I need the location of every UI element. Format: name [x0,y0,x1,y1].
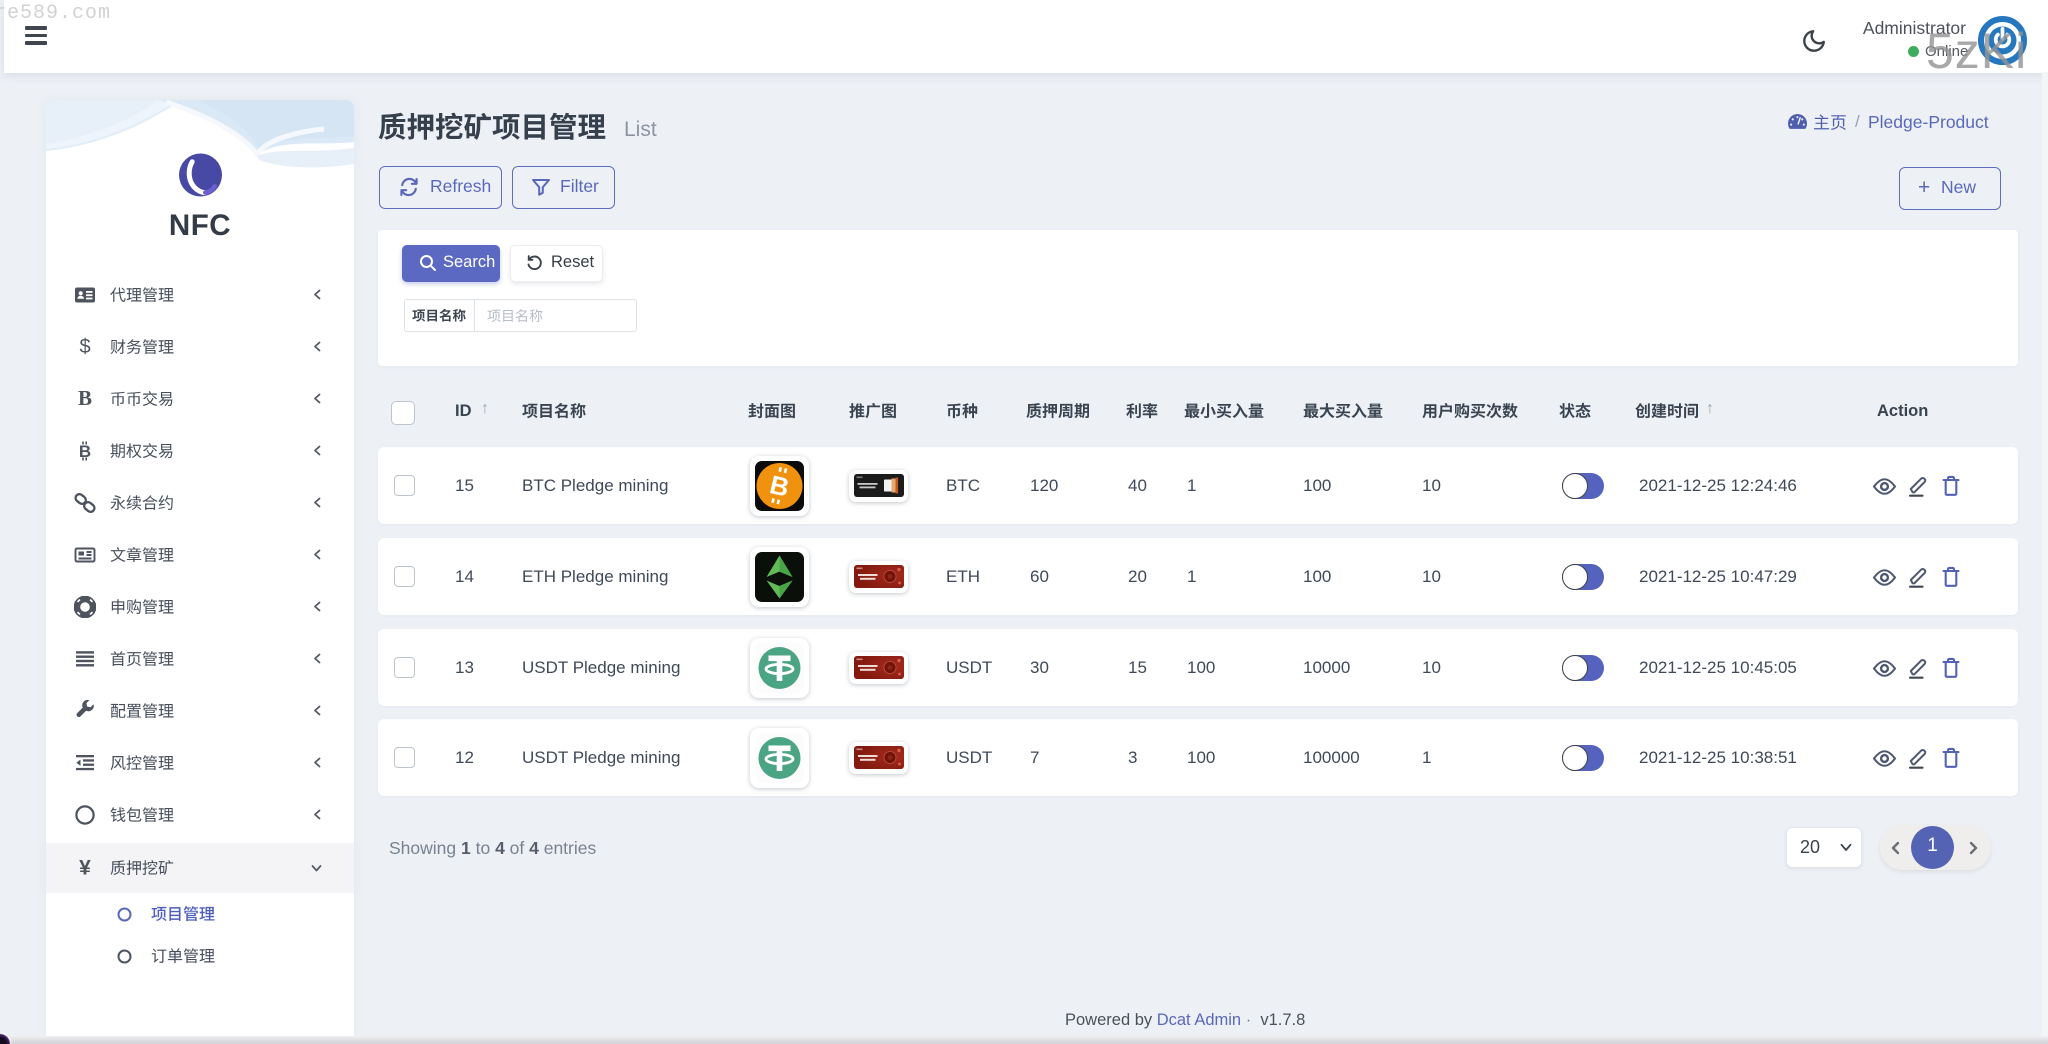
svg-text:$: $ [79,336,90,358]
svg-text:B: B [78,388,92,410]
svg-text:¥: ¥ [79,857,91,879]
svg-text:B: B [79,442,91,461]
